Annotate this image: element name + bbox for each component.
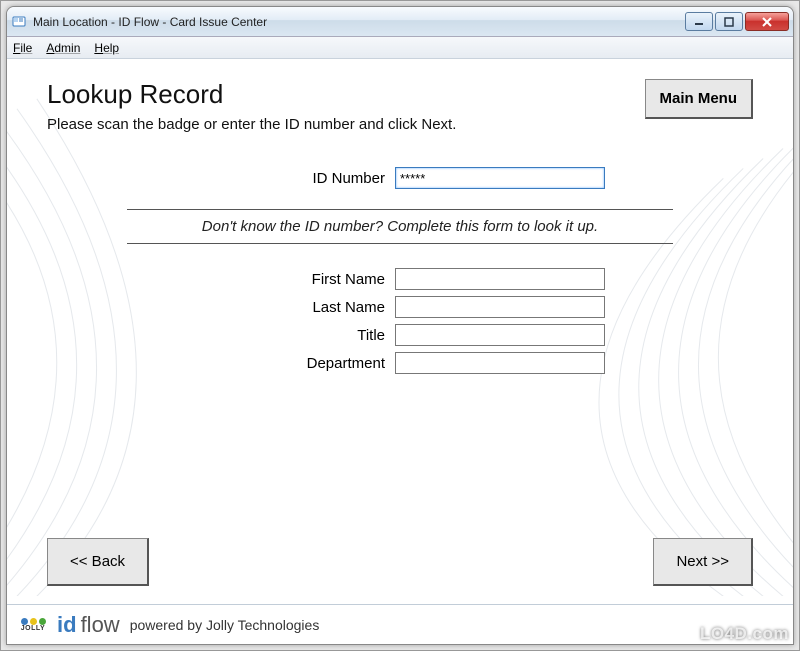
close-button[interactable] <box>745 12 789 31</box>
brand-id: id <box>57 612 77 638</box>
first-name-label: First Name <box>195 271 395 288</box>
nav-buttons: << Back Next >> <box>47 538 753 586</box>
department-row: Department <box>47 352 753 374</box>
separator-top <box>127 209 673 210</box>
logo-dot-blue-icon <box>21 618 28 625</box>
menu-help[interactable]: Help <box>94 41 119 55</box>
footer: JOLLY id flow powered by Jolly Technolog… <box>7 604 793 644</box>
title-row: Title <box>47 324 753 346</box>
helper-text: Don't know the ID number? Complete this … <box>47 218 753 235</box>
first-name-input[interactable] <box>395 268 605 290</box>
main-menu-button[interactable]: Main Menu <box>645 79 754 119</box>
brand-subtitle: powered by Jolly Technologies <box>130 617 320 633</box>
window-title: Main Location - ID Flow - Card Issue Cen… <box>33 15 267 29</box>
page-instruction: Please scan the badge or enter the ID nu… <box>47 116 456 133</box>
back-button[interactable]: << Back <box>47 538 149 586</box>
content-area: Lookup Record Please scan the badge or e… <box>7 59 793 604</box>
titlebar[interactable]: Main Location - ID Flow - Card Issue Cen… <box>7 7 793 37</box>
separator-bottom <box>127 243 673 244</box>
app-icon <box>11 14 27 30</box>
minimize-button[interactable] <box>685 12 713 31</box>
brand-flow: flow <box>81 612 120 638</box>
title-input[interactable] <box>395 324 605 346</box>
window: Main Location - ID Flow - Card Issue Cen… <box>6 6 794 645</box>
menu-admin[interactable]: Admin <box>46 41 80 55</box>
screenshot-frame: Main Location - ID Flow - Card Issue Cen… <box>0 0 800 651</box>
page-heading: Lookup Record <box>47 79 456 110</box>
last-name-input[interactable] <box>395 296 605 318</box>
first-name-row: First Name <box>47 268 753 290</box>
logo-dot-yellow-icon <box>30 618 37 625</box>
id-number-row: ID Number <box>47 167 753 189</box>
department-input[interactable] <box>395 352 605 374</box>
last-name-row: Last Name <box>47 296 753 318</box>
last-name-label: Last Name <box>195 299 395 316</box>
next-button[interactable]: Next >> <box>653 538 753 586</box>
window-controls <box>683 12 789 31</box>
jolly-logo: JOLLY <box>17 609 49 641</box>
title-label: Title <box>195 327 395 344</box>
id-number-label: ID Number <box>195 170 395 187</box>
menu-file[interactable]: File <box>13 41 32 55</box>
id-number-input[interactable] <box>395 167 605 189</box>
jolly-label: JOLLY <box>21 625 45 632</box>
menubar: File Admin Help <box>7 37 793 59</box>
logo-dot-green-icon <box>39 618 46 625</box>
maximize-button[interactable] <box>715 12 743 31</box>
department-label: Department <box>195 355 395 372</box>
